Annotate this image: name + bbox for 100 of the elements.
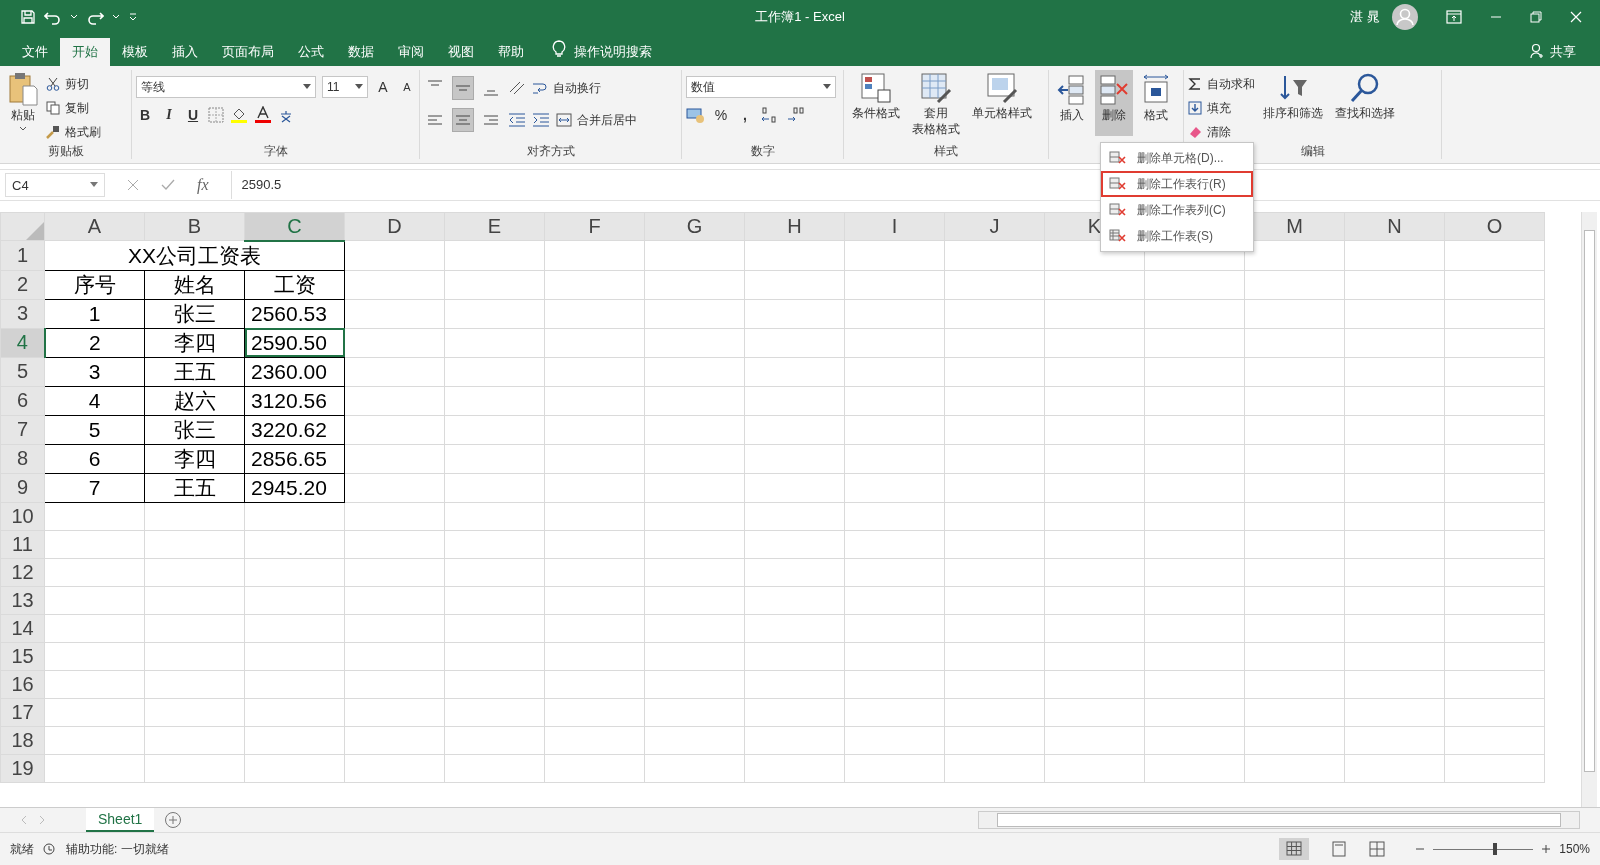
underline-button[interactable]: U [184,107,202,123]
person-icon[interactable] [1530,43,1544,59]
row-header[interactable]: 15 [0,642,45,670]
close-icon[interactable] [1570,11,1582,23]
row-header[interactable]: 19 [0,754,45,782]
row-header[interactable]: 11 [0,530,45,558]
column-header[interactable]: C [244,212,345,241]
row-header[interactable]: 18 [0,726,45,754]
ribbon-tab[interactable]: 数据 [336,38,386,66]
cell-styles-button[interactable]: 单元格样式 [968,70,1036,122]
column-header[interactable]: H [744,212,845,241]
row-header[interactable]: 4 [0,328,45,357]
row-header[interactable]: 9 [0,473,45,502]
check-icon[interactable] [161,179,175,191]
italic-button[interactable]: I [160,107,178,123]
ribbon-tab[interactable]: 开始 [60,38,110,66]
currency-icon[interactable] [686,107,706,123]
lightbulb-icon[interactable] [552,40,566,58]
column-header[interactable]: I [844,212,945,241]
menu-item[interactable]: 删除单元格(D)... [1101,145,1253,171]
delete-button[interactable]: 删除 [1095,70,1133,136]
row-header[interactable]: 10 [0,502,45,530]
cancel-icon[interactable] [127,179,139,191]
comma-button[interactable]: , [736,107,754,123]
save-icon[interactable] [20,9,36,25]
row-header[interactable]: 12 [0,558,45,586]
row-header[interactable]: 6 [0,386,45,415]
percent-button[interactable]: % [712,107,730,123]
cut-button[interactable]: 剪切 [46,74,101,94]
clear-button[interactable]: 清除 [1188,122,1255,142]
row-header[interactable]: 5 [0,357,45,386]
ribbon-tab[interactable]: 插入 [160,38,210,66]
increase-indent-icon[interactable] [532,113,550,127]
fill-color-icon[interactable] [230,106,248,124]
decrease-decimal-icon[interactable] [786,106,806,124]
normal-view-icon[interactable] [1279,838,1310,860]
paste-button[interactable]: 粘贴 [4,70,42,134]
font-color-icon[interactable] [254,106,272,124]
font-size-field[interactable]: 11 [322,76,368,98]
row-header[interactable]: 8 [0,444,45,473]
zoom-slider[interactable] [1493,842,1498,855]
ribbon-display-icon[interactable] [1446,10,1462,24]
ribbon-tab[interactable]: 页面布局 [210,38,286,66]
menu-item[interactable]: 删除工作表行(R) [1101,171,1253,197]
caret-icon[interactable] [112,14,120,20]
search-field[interactable]: 操作说明搜索 [574,38,652,66]
caret-icon[interactable] [70,14,78,20]
vertical-scrollbar[interactable] [1581,212,1597,807]
find-select-button[interactable]: 查找和选择 [1331,70,1399,122]
grow-font-button[interactable]: A [374,79,392,95]
bold-button[interactable]: B [136,107,154,123]
column-header[interactable]: A [44,212,145,241]
insert-button[interactable]: 插入 [1053,70,1091,136]
ribbon-tab[interactable]: 帮助 [486,38,536,66]
row-header[interactable]: 7 [0,415,45,444]
restore-icon[interactable] [1530,11,1542,23]
redo-icon[interactable] [86,9,104,25]
customize-icon[interactable] [128,12,138,22]
copy-button[interactable]: 复制 [46,98,101,118]
font-name-field[interactable]: 等线 [136,76,316,98]
column-header[interactable]: N [1344,212,1445,241]
shrink-font-button[interactable]: A [398,81,416,93]
format-painter-button[interactable]: 格式刷 [46,122,101,142]
page-break-icon[interactable] [1369,841,1386,857]
name-box[interactable]: C4 [5,173,105,197]
undo-icon[interactable] [44,9,62,25]
column-header[interactable]: D [344,212,445,241]
column-header[interactable]: J [944,212,1045,241]
sheet-tab[interactable]: Sheet1 [86,808,155,832]
ribbon-tab[interactable]: 视图 [436,38,486,66]
row-header[interactable]: 3 [0,299,45,328]
column-header[interactable]: G [644,212,745,241]
column-header[interactable]: O [1444,212,1545,241]
add-sheet-icon[interactable] [164,811,183,829]
horizontal-scrollbar[interactable] [978,811,1580,829]
zoom-in-icon[interactable] [1541,844,1552,854]
ribbon-tab[interactable]: 模板 [110,38,160,66]
zoom-level[interactable]: 150% [1559,842,1590,856]
autosum-button[interactable]: 自动求和 [1188,74,1255,94]
avatar-icon[interactable] [1392,4,1418,30]
row-header[interactable]: 17 [0,698,45,726]
ribbon-tab[interactable]: 公式 [286,38,336,66]
row-header[interactable]: 2 [0,270,45,299]
fill-button[interactable]: 填充 [1188,98,1255,118]
merge-center-button[interactable]: 合并后居中 [556,110,637,130]
wrap-text-button[interactable]: 自动换行 [532,78,601,98]
insert-function-button[interactable]: fx [197,176,209,194]
column-header[interactable]: F [544,212,645,241]
number-format-field[interactable]: 数值 [686,76,836,98]
format-button[interactable]: 格式 [1137,70,1175,136]
column-header[interactable]: E [444,212,545,241]
conditional-format-button[interactable]: 条件格式 [848,70,904,122]
row-header[interactable]: 14 [0,614,45,642]
format-as-table-button[interactable]: 套用 表格格式 [908,70,964,138]
column-header[interactable]: B [144,212,245,241]
sort-filter-button[interactable]: 排序和筛选 [1259,70,1327,122]
ribbon-tab[interactable]: 文件 [10,38,60,66]
row-header[interactable]: 16 [0,670,45,698]
row-header[interactable]: 1 [0,240,45,270]
share-button[interactable]: 共享 [1544,38,1600,66]
